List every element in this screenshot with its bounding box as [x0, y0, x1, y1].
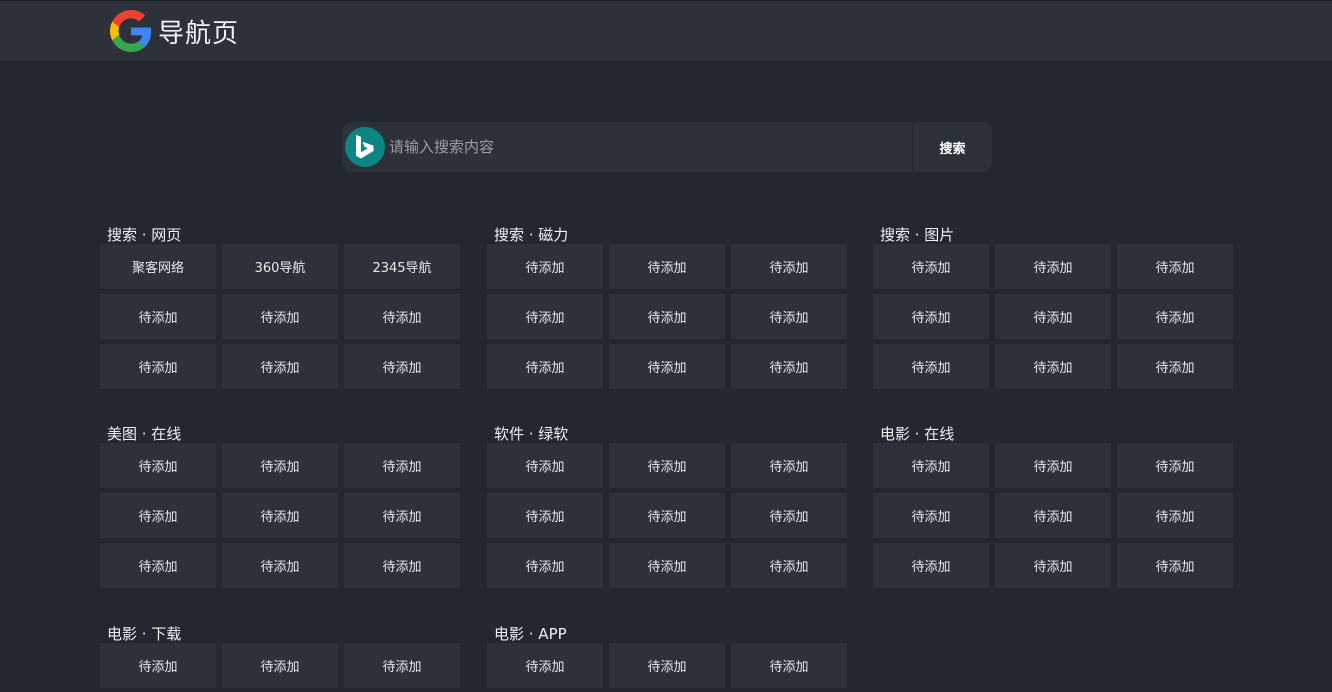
nav-link-tile[interactable]: 待添加	[100, 294, 216, 339]
link-grid: 待添加 待添加 待添加	[100, 643, 460, 688]
top-bar: 导航页	[0, 0, 1332, 61]
nav-link-tile[interactable]: 待添加	[222, 344, 338, 389]
brand[interactable]: 导航页	[110, 10, 239, 52]
link-grid: 待添加 待添加 待添加 待添加 待添加 待添加 待添加 待添加 待添加	[873, 443, 1233, 588]
nav-link-tile[interactable]: 待添加	[487, 443, 603, 488]
nav-link-tile[interactable]: 待添加	[995, 244, 1111, 289]
nav-link-tile[interactable]: 待添加	[100, 643, 216, 688]
nav-link-tile[interactable]: 待添加	[873, 294, 989, 339]
nav-link-tile[interactable]: 待添加	[995, 443, 1111, 488]
nav-link-tile[interactable]: 待添加	[609, 643, 725, 688]
nav-link-tile[interactable]: 待添加	[487, 493, 603, 538]
nav-link-tile[interactable]: 待添加	[344, 443, 460, 488]
nav-link-tile[interactable]: 待添加	[731, 493, 847, 538]
nav-link-tile[interactable]: 待添加	[873, 344, 989, 389]
group-title: 美图 · 在线	[107, 425, 182, 443]
nav-link-tile[interactable]: 待添加	[1117, 344, 1233, 389]
nav-link-tile[interactable]: 待添加	[731, 244, 847, 289]
nav-link-tile[interactable]: 待添加	[873, 244, 989, 289]
nav-link-tile[interactable]: 待添加	[995, 493, 1111, 538]
nav-link-tile[interactable]: 待添加	[222, 493, 338, 538]
nav-link-tile[interactable]: 待添加	[487, 294, 603, 339]
nav-link-tile[interactable]: 待添加	[100, 443, 216, 488]
nav-link-tile[interactable]: 待添加	[995, 344, 1111, 389]
link-grid: 待添加 待添加 待添加	[487, 643, 847, 688]
link-grid: 待添加 待添加 待添加 待添加 待添加 待添加 待添加 待添加 待添加	[100, 443, 460, 588]
nav-link-tile[interactable]: 待添加	[1117, 294, 1233, 339]
nav-link-tile[interactable]: 待添加	[731, 294, 847, 339]
group-title: 搜索 · 网页	[107, 226, 182, 244]
nav-link-tile[interactable]: 待添加	[344, 643, 460, 688]
group-title: 电影 · 在线	[880, 425, 955, 443]
nav-link-tile[interactable]: 待添加	[1117, 543, 1233, 588]
page-title: 导航页	[158, 18, 240, 49]
nav-link-tile[interactable]: 待添加	[609, 443, 725, 488]
nav-link-tile[interactable]: 待添加	[731, 344, 847, 389]
nav-link-tile[interactable]: 待添加	[344, 344, 460, 389]
nav-link-tile[interactable]: 待添加	[1117, 443, 1233, 488]
group-title: 搜索 · 磁力	[494, 226, 569, 244]
nav-link-tile[interactable]: 待添加	[1117, 244, 1233, 289]
nav-link-tile[interactable]: 待添加	[100, 344, 216, 389]
nav-link-tile[interactable]: 待添加	[995, 543, 1111, 588]
link-grid: 待添加 待添加 待添加 待添加 待添加 待添加 待添加 待添加 待添加	[487, 244, 847, 389]
nav-link-tile[interactable]: 待添加	[344, 294, 460, 339]
group-title: 软件 · 绿软	[494, 425, 569, 443]
nav-link-tile[interactable]: 待添加	[222, 294, 338, 339]
nav-link-tile[interactable]: 待添加	[609, 344, 725, 389]
nav-link-tile[interactable]: 待添加	[609, 244, 725, 289]
link-grid: 待添加 待添加 待添加 待添加 待添加 待添加 待添加 待添加 待添加	[873, 244, 1233, 389]
nav-link-tile[interactable]: 待添加	[487, 344, 603, 389]
nav-link-tile[interactable]: 待添加	[873, 543, 989, 588]
group-title: 搜索 · 图片	[880, 226, 955, 244]
nav-link-tile[interactable]: 待添加	[873, 443, 989, 488]
link-grid: 待添加 待添加 待添加 待添加 待添加 待添加 待添加 待添加 待添加	[487, 443, 847, 588]
nav-link-tile[interactable]: 待添加	[222, 443, 338, 488]
nav-link-tile[interactable]: 待添加	[731, 543, 847, 588]
group-title: 电影 · APP	[494, 625, 567, 643]
nav-link-tile[interactable]: 待添加	[100, 543, 216, 588]
nav-link-tile[interactable]: 待添加	[995, 294, 1111, 339]
nav-link-tile[interactable]: 待添加	[731, 443, 847, 488]
nav-link-tile[interactable]: 360导航	[222, 244, 338, 289]
nav-link-tile[interactable]: 待添加	[1117, 493, 1233, 538]
nav-link-tile[interactable]: 待添加	[344, 493, 460, 538]
nav-link-tile[interactable]: 待添加	[609, 543, 725, 588]
nav-link-tile[interactable]: 2345导航	[344, 244, 460, 289]
search-button[interactable]: 搜索	[912, 122, 992, 172]
nav-link-tile[interactable]: 待添加	[487, 244, 603, 289]
search-input[interactable]	[385, 122, 912, 172]
nav-link-tile[interactable]: 待添加	[609, 493, 725, 538]
nav-link-tile[interactable]: 待添加	[222, 643, 338, 688]
nav-link-tile[interactable]: 待添加	[731, 643, 847, 688]
group-title: 电影 · 下载	[107, 625, 182, 643]
bing-icon[interactable]	[345, 127, 385, 167]
search-bar: 搜索	[342, 122, 992, 172]
nav-link-tile[interactable]: 待添加	[100, 493, 216, 538]
nav-link-tile[interactable]: 聚客网络	[100, 244, 216, 289]
nav-link-tile[interactable]: 待添加	[487, 643, 603, 688]
link-grid: 聚客网络 360导航 2345导航 待添加 待添加 待添加 待添加 待添加 待添加	[100, 244, 460, 389]
nav-link-tile[interactable]: 待添加	[873, 493, 989, 538]
nav-link-tile[interactable]: 待添加	[344, 543, 460, 588]
nav-link-tile[interactable]: 待添加	[487, 543, 603, 588]
nav-link-tile[interactable]: 待添加	[222, 543, 338, 588]
google-g-icon	[110, 10, 152, 52]
nav-link-tile[interactable]: 待添加	[609, 294, 725, 339]
